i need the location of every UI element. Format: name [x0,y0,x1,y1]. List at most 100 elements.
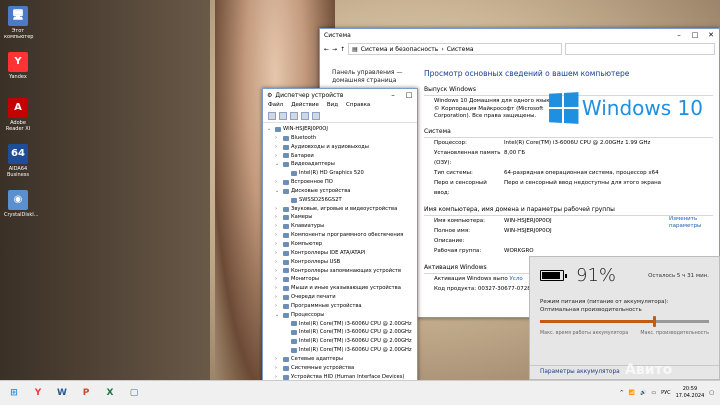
tree-item[interactable]: ⌄ WIN-HSJERJ0P0OJ [267,125,413,134]
system-titlebar[interactable]: Система – □ ✕ [320,29,719,41]
tree-item[interactable]: Intel(R) Core(TM) i3-6006U CPU @ 2.00GHz [267,320,413,329]
taskbar-app-icon[interactable]: X [100,385,120,401]
tree-item[interactable]: Intel(R) Core(TM) i3-6006U CPU @ 2.00GHz [267,328,413,337]
change-settings-link[interactable]: Изменить параметры [669,216,703,230]
network-icon[interactable]: 📶 [629,390,635,396]
expand-arrow-icon[interactable]: ⌄ [275,160,281,169]
sidebar-link-home[interactable]: Панель управления — домашняя страница [332,69,403,85]
tree-item[interactable]: Intel(R) HD Graphics 520 [267,169,413,178]
properties-icon[interactable] [290,112,298,120]
expand-arrow-icon[interactable]: › [275,275,281,284]
expand-arrow-icon[interactable]: › [275,364,281,373]
volume-icon[interactable]: 🔊 [640,390,646,396]
expand-arrow-icon[interactable]: › [275,249,281,258]
back-icon[interactable]: ← [324,46,329,53]
tree-item[interactable]: › Звуковые, игровые и видеоустройства [267,205,413,214]
breadcrumb-item[interactable]: Система и безопасность [361,46,439,53]
tree-item[interactable]: ⌄ Дисковые устройства [267,187,413,196]
devmgr-titlebar[interactable]: ⚙ Диспетчер устройств – □ [263,89,417,101]
power-mode-slider[interactable] [540,316,709,327]
tree-item[interactable]: › Встроенное ПО [267,178,413,187]
info-key: Имя компьютера: [434,218,485,224]
tree-item[interactable]: › Системные устройства [267,364,413,373]
menu-item[interactable]: Действие [291,102,319,110]
battery-tray-icon[interactable]: ▭ [651,390,656,396]
expand-arrow-icon[interactable]: › [275,178,281,187]
slider-thumb[interactable] [653,316,657,327]
desktop-icon[interactable]: Y Yandex [4,52,32,80]
expand-arrow-icon[interactable]: › [275,231,281,240]
scan-hardware-icon[interactable] [312,112,320,120]
breadcrumb-item[interactable]: Система [447,46,474,53]
expand-arrow-icon[interactable]: › [275,258,281,267]
tree-item[interactable]: › Батареи [267,152,413,161]
expand-arrow-icon[interactable]: ⌄ [267,125,273,134]
minimize-button[interactable]: – [385,91,401,99]
expand-arrow-icon[interactable]: › [275,143,281,152]
tree-item[interactable]: SWSSD256GS2T [267,196,413,205]
expand-arrow-icon[interactable]: › [275,302,281,311]
tree-item[interactable]: › Камеры [267,213,413,222]
expand-arrow-icon[interactable]: ⌄ [275,311,281,320]
notifications-icon[interactable]: ▢ [709,390,714,396]
tree-item[interactable]: › Контроллеры запоминающих устройств [267,267,413,276]
menu-item[interactable]: Вид [327,102,338,110]
search-input[interactable] [565,43,715,55]
back-icon[interactable] [268,112,276,120]
expand-arrow-icon[interactable]: › [275,355,281,364]
license-terms-link[interactable]: Усло [509,274,522,284]
menu-item[interactable]: Файл [268,102,283,110]
tree-item[interactable]: › Компоненты программного обеспечения [267,231,413,240]
maximize-button[interactable]: □ [687,31,703,39]
expand-arrow-icon[interactable]: ⌄ [275,187,281,196]
expand-arrow-icon[interactable]: › [275,284,281,293]
desktop-icon[interactable]: ◉ CrystalDiskI... [4,190,39,218]
tree-item[interactable]: ⌄ Видеоадаптеры [267,160,413,169]
expand-arrow-icon[interactable]: › [275,222,281,231]
expand-arrow-icon[interactable]: › [275,240,281,249]
tree-item[interactable]: › Программные устройства [267,302,413,311]
language-indicator[interactable]: РУС [661,390,671,396]
up-icon[interactable]: ↑ [340,46,345,53]
help-icon[interactable] [301,112,309,120]
tree-item[interactable]: › Мониторы [267,275,413,284]
maximize-button[interactable]: □ [401,91,417,99]
tree-item[interactable]: › Сетевые адаптеры [267,355,413,364]
minimize-button[interactable]: – [671,31,687,39]
tree-item[interactable]: › Мыши и иные указывающие устройства [267,284,413,293]
tree-item[interactable]: › Контроллеры USB [267,258,413,267]
tree-item[interactable]: › Bluetooth [267,134,413,143]
tree-item[interactable]: Intel(R) Core(TM) i3-6006U CPU @ 2.00GHz [267,337,413,346]
expand-arrow-icon[interactable]: › [275,213,281,222]
forward-icon[interactable] [279,112,287,120]
desktop-icon[interactable]: A Adobe Reader XI [4,98,32,132]
taskbar-app-icon[interactable]: P [76,385,96,401]
forward-icon[interactable]: → [332,46,337,53]
tree-item[interactable]: Intel(R) Core(TM) i3-6006U CPU @ 2.00GHz [267,346,413,355]
expand-arrow-icon[interactable]: › [275,267,281,276]
toolbar [263,111,417,123]
expand-arrow-icon[interactable]: › [275,152,281,161]
taskbar-app-icon[interactable]: Y [28,385,48,401]
tree-item[interactable]: › Компьютер [267,240,413,249]
address-bar[interactable]: ▤ Система и безопасность › Система [348,43,562,55]
device-icon [283,286,289,292]
tree-item[interactable]: ⌄ Процессоры [267,311,413,320]
tray-chevron-icon[interactable]: ^ [620,390,624,396]
taskbar-app-icon[interactable]: ▢ [124,385,144,401]
taskbar-app-icon[interactable]: ⊞ [4,385,24,401]
tree-item[interactable]: › Контроллеры IDE ATA/ATAPI [267,249,413,258]
expand-arrow-icon[interactable]: › [275,205,281,214]
tree-item[interactable]: › Очереди печати [267,293,413,302]
info-key: Описание: [434,238,465,244]
close-button[interactable]: ✕ [703,31,719,39]
menu-item[interactable]: Справка [346,102,370,110]
clock[interactable]: 20:59 17.04.2024 [676,386,705,400]
desktop-icon[interactable]: 64 AIDA64 Business [4,144,32,178]
tree-item[interactable]: › Клавиатуры [267,222,413,231]
taskbar-app-icon[interactable]: W [52,385,72,401]
tree-item[interactable]: › Аудиовходы и аудиовыходы [267,143,413,152]
expand-arrow-icon[interactable]: › [275,293,281,302]
expand-arrow-icon[interactable]: › [275,134,281,143]
desktop-icon[interactable]: 🖥 Этот компьютер [4,6,33,40]
